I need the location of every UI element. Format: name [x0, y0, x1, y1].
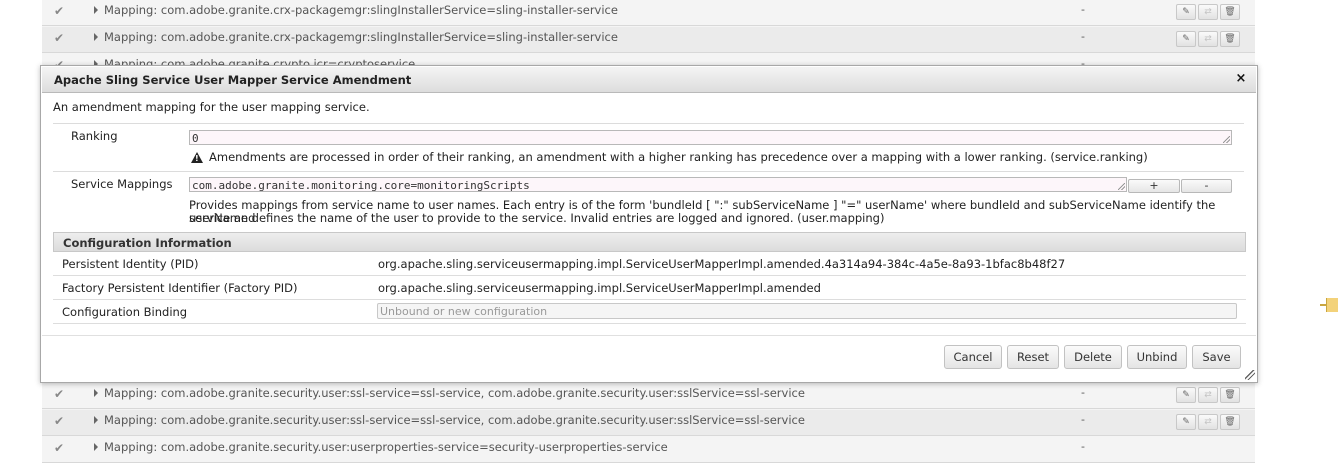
expand-arrow-icon[interactable] [94, 33, 98, 41]
edit-icon[interactable]: ✎ [1176, 31, 1196, 47]
edit-icon[interactable]: ✎ [1176, 414, 1196, 430]
trash-icon[interactable]: 🗑 [1220, 414, 1240, 430]
reset-button[interactable]: Reset [1007, 345, 1059, 369]
dialog-description: An amendment mapping for the user mappin… [53, 100, 370, 114]
save-button[interactable]: Save [1192, 345, 1241, 369]
resize-grip-icon[interactable] [1223, 136, 1230, 143]
service-mapping-field[interactable]: com.adobe.granite.monitoring.core=monito… [189, 177, 1127, 192]
unbind-button[interactable]: Unbind [1127, 345, 1187, 369]
config-row-bundle: - [1081, 3, 1085, 16]
remove-mapping-button[interactable]: - [1181, 179, 1232, 193]
add-mapping-button[interactable]: + [1128, 179, 1180, 193]
service-mapping-value: com.adobe.granite.monitoring.core=monito… [192, 179, 530, 192]
config-info-row: Factory Persistent Identifier (Factory P… [53, 276, 1246, 300]
unbind-icon[interactable]: ⇄ [1198, 4, 1218, 20]
config-row-title[interactable]: Mapping: com.adobe.granite.security.user… [104, 440, 668, 454]
unbind-icon[interactable]: ⇄ [1198, 387, 1218, 403]
trash-icon[interactable]: 🗑 [1220, 4, 1240, 20]
expand-arrow-icon[interactable] [94, 443, 98, 451]
divider [53, 171, 1244, 172]
config-row[interactable]: ✔ Mapping: com.adobe.granite.crx-package… [42, 0, 1255, 26]
config-row-title[interactable]: Mapping: com.adobe.granite.security.user… [104, 386, 805, 400]
pid-label: Persistent Identity (PID) [62, 257, 199, 271]
ranking-label: Ranking [71, 129, 118, 143]
config-info-row: Persistent Identity (PID) org.apache.sli… [53, 252, 1246, 276]
check-icon: ✔ [54, 4, 65, 18]
config-dialog: Apache Sling Service User Mapper Service… [40, 65, 1258, 383]
check-icon: ✔ [54, 414, 65, 428]
config-info-heading: Configuration Information [63, 236, 232, 250]
resize-grip-icon[interactable] [1118, 183, 1125, 190]
factory-pid-label: Factory Persistent Identifier (Factory P… [62, 281, 298, 295]
edit-icon[interactable]: ✎ [1176, 387, 1196, 403]
trash-icon[interactable]: 🗑 [1220, 31, 1240, 47]
config-row-title[interactable]: Mapping: com.adobe.granite.security.user… [104, 413, 805, 427]
warning-icon [191, 152, 203, 163]
trash-icon[interactable]: 🗑 [1220, 387, 1240, 403]
unbind-icon[interactable]: ⇄ [1198, 414, 1218, 430]
dialog-title: Apache Sling Service User Mapper Service… [54, 73, 412, 87]
config-info-row: Configuration Binding Unbound or new con… [53, 300, 1246, 324]
config-row-bundle: - [1081, 440, 1085, 453]
config-row-bundle: - [1081, 386, 1085, 399]
config-row-title[interactable]: Mapping: com.adobe.granite.crx-packagemg… [104, 3, 618, 17]
divider [53, 123, 1244, 124]
dialog-resize-handle-icon[interactable] [1245, 370, 1255, 380]
config-row[interactable]: ✔ Mapping: com.adobe.granite.crx-package… [42, 27, 1255, 53]
service-mappings-hint-line2: userName defines the name of the user to… [189, 211, 885, 225]
scroll-marker[interactable] [1326, 298, 1338, 312]
unbind-icon[interactable]: ⇄ [1198, 31, 1218, 47]
config-row[interactable]: ✔ Mapping: com.adobe.granite.security.us… [42, 410, 1255, 436]
check-icon: ✔ [54, 441, 65, 455]
close-icon[interactable]: × [1234, 72, 1248, 86]
cancel-button[interactable]: Cancel [944, 345, 1002, 369]
expand-arrow-icon[interactable] [94, 6, 98, 14]
config-row-bundle: - [1081, 30, 1085, 43]
delete-button[interactable]: Delete [1064, 345, 1122, 369]
config-info-header: Configuration Information [53, 232, 1246, 252]
factory-pid-value: org.apache.sling.serviceusermapping.impl… [378, 281, 821, 295]
config-row[interactable]: ✔ Mapping: com.adobe.granite.security.us… [42, 437, 1255, 463]
config-row-title[interactable]: Mapping: com.adobe.granite.crx-packagemg… [104, 30, 618, 44]
ranking-field[interactable]: 0 [189, 130, 1232, 145]
edit-icon[interactable]: ✎ [1176, 4, 1196, 20]
dialog-titlebar[interactable]: Apache Sling Service User Mapper Service… [42, 67, 1256, 93]
binding-label: Configuration Binding [62, 305, 188, 319]
config-row[interactable]: ✔ Mapping: com.adobe.granite.security.us… [42, 383, 1255, 409]
ranking-value: 0 [192, 132, 199, 145]
footer-divider [42, 335, 1256, 336]
expand-arrow-icon[interactable] [94, 416, 98, 424]
ranking-hint: Amendments are processed in order of the… [209, 150, 1148, 164]
check-icon: ✔ [54, 387, 65, 401]
pid-value: org.apache.sling.serviceusermapping.impl… [378, 257, 1066, 271]
check-icon: ✔ [54, 31, 65, 45]
configuration-binding-select[interactable]: Unbound or new configuration [377, 303, 1237, 319]
expand-arrow-icon[interactable] [94, 389, 98, 397]
service-mappings-label: Service Mappings [71, 177, 173, 191]
config-row-bundle: - [1081, 413, 1085, 426]
